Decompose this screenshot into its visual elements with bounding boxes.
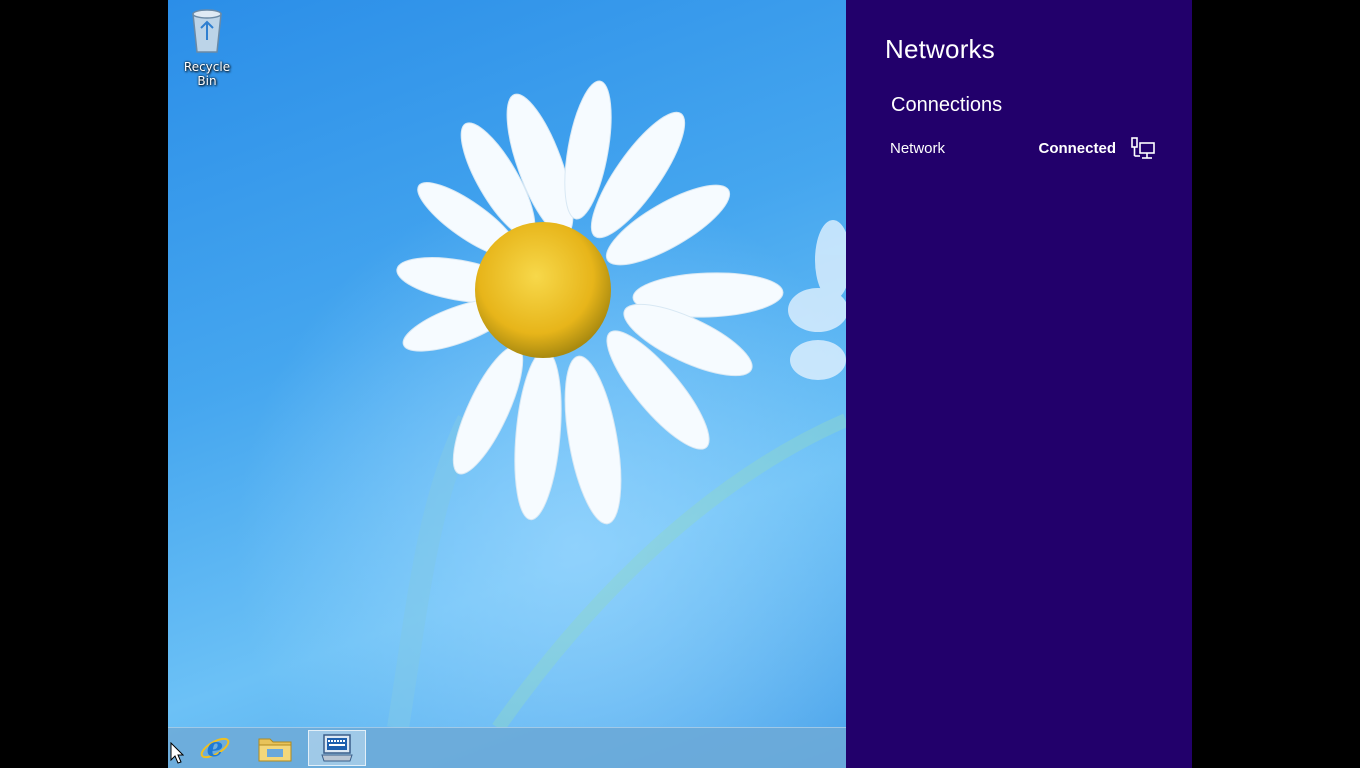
taskbar: e	[168, 727, 846, 768]
network-name: Network	[890, 140, 946, 157]
network-connection-item[interactable]: Network Connected	[886, 132, 1156, 166]
desktop-icon-recycle-bin[interactable]: Recycle Bin	[174, 6, 240, 88]
desktop[interactable]: Recycle Bin e	[168, 0, 846, 768]
taskbar-file-explorer[interactable]	[246, 730, 304, 766]
wired-network-icon	[1131, 137, 1155, 159]
on-screen-keyboard-icon	[321, 734, 353, 762]
svg-text:e: e	[207, 733, 224, 763]
connections-section-title: Connections	[891, 94, 1003, 116]
file-explorer-icon	[258, 738, 292, 762]
screen: Recycle Bin e Networks Connections Netwo…	[168, 0, 1192, 768]
desktop-icon-label: Recycle Bin	[183, 60, 231, 88]
panel-title: Networks	[885, 34, 995, 64]
recycle-bin-icon	[192, 9, 222, 53]
internet-explorer-icon: e	[200, 733, 230, 763]
taskbar-internet-explorer[interactable]: e	[186, 730, 244, 766]
networks-charm-panel: Networks Connections Network Connected	[846, 0, 1192, 768]
network-status: Connected	[1038, 140, 1116, 157]
wallpaper-image	[168, 0, 846, 728]
taskbar-on-screen-keyboard[interactable]	[308, 730, 366, 766]
mouse-cursor-icon	[170, 742, 184, 764]
